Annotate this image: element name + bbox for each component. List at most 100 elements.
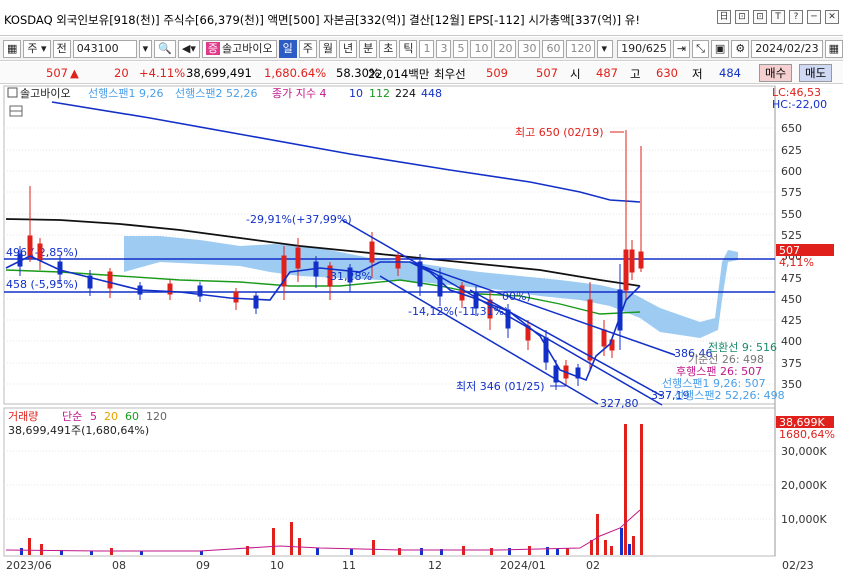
price-volume-chart: 솔고바이오 선행스팬1 9,26 선행스팬2 52,26 종가 지수 4 10 … <box>3 85 835 572</box>
volume-ma5: 5 <box>90 410 97 423</box>
volume-ma120: 120 <box>146 410 167 423</box>
interval-dropdown[interactable]: ▾ <box>597 39 614 58</box>
legend-ma224: 224 <box>395 87 416 100</box>
window-buttons: 日 ⊡ ⊡ T ? ─ ✕ <box>717 10 839 24</box>
volume-readout: 38,699,491주(1,680,64%) <box>8 424 149 437</box>
x-tick: 12 <box>428 559 442 572</box>
scroll-icon[interactable]: ⇥ <box>672 39 691 58</box>
high-price: 630 <box>656 66 678 80</box>
search-icon[interactable]: 🔍 <box>154 39 176 58</box>
high-label: 고 <box>630 67 641 81</box>
tab-second[interactable]: 초 <box>379 39 398 58</box>
interval-1[interactable]: 1 <box>419 39 435 58</box>
interval-120[interactable]: 120 <box>566 39 596 58</box>
count-field[interactable]: 190/625 <box>617 39 671 58</box>
volume-tick: 10,000K <box>781 513 827 526</box>
price-tick: 575 <box>781 186 802 199</box>
zoom-icon[interactable]: ⤡ <box>692 39 709 58</box>
window-icon[interactable]: ⊡ <box>753 10 767 24</box>
volume-axis: 30,000K 20,000K 10,000K <box>781 445 827 526</box>
volume-tag-pct: 1680,64% <box>779 428 835 441</box>
trend-label-3: -31,28% <box>326 270 372 283</box>
price-tick: 450 <box>781 293 802 306</box>
current-price: 507 <box>46 66 68 80</box>
price-tick: 425 <box>781 314 802 327</box>
price-tick: 550 <box>781 208 802 221</box>
window-icon[interactable]: ⊡ <box>735 10 749 24</box>
interval-10[interactable]: 10 <box>470 39 493 58</box>
interval-20[interactable]: 20 <box>494 39 517 58</box>
x-tick: 09 <box>196 559 210 572</box>
price-tick: 475 <box>781 272 802 285</box>
legend-span1: 선행스팬1 9,26 <box>88 87 163 100</box>
trade-amount: 22,014백만 <box>368 67 430 81</box>
price-change: 20 <box>114 66 129 80</box>
best-ask-label: 최우선 <box>434 67 466 81</box>
dropdown-icon[interactable]: ▾ <box>138 39 153 58</box>
close-icon[interactable]: ✕ <box>825 10 839 24</box>
tab-tick[interactable]: 틱 <box>399 39 418 58</box>
x-tick: 02 <box>586 559 600 572</box>
interval-3[interactable]: 3 <box>436 39 452 58</box>
trend-label-1: -29,91%(+37,99%) <box>246 213 352 226</box>
volume-ma20: 20 <box>104 410 118 423</box>
hline-458-label: 458 (-5,95%) <box>6 278 78 291</box>
x-tick: 2024/01 <box>500 559 546 572</box>
low-label: 저 <box>692 67 703 81</box>
ichimoku-span2: 선행스팬2 52,26: 498 <box>674 389 785 402</box>
volume-ratio: 1,680.64% <box>264 66 327 80</box>
code-input[interactable]: 043100 <box>72 39 137 58</box>
settings-icon[interactable]: ⚙ <box>731 39 750 58</box>
tab-month[interactable]: 월 <box>318 39 337 58</box>
interval-60[interactable]: 60 <box>542 39 565 58</box>
chart-area: 솔고바이오 선행스팬1 9,26 선행스팬2 52,26 종가 지수 4 10 … <box>0 85 843 577</box>
legend-span2: 선행스팬2 52,26 <box>175 87 257 100</box>
price-tick: 650 <box>781 122 802 135</box>
volume-ma60: 60 <box>125 410 139 423</box>
legend-ma448: 448 <box>421 87 442 100</box>
trend-label-2: -14,12%(-11,31%) <box>408 305 508 318</box>
tab-year[interactable]: 년 <box>338 39 358 58</box>
volume: 38,699,491 <box>186 66 252 80</box>
interval-5[interactable]: 5 <box>453 39 469 58</box>
chart-toolbar: ▦ 주 ▾ 전 043100 ▾ 🔍 ◀▾ 증 솔고바이오 일 주 월 년 분 초… <box>0 37 843 61</box>
x-tick: 11 <box>342 559 356 572</box>
open-price: 487 <box>596 66 618 80</box>
sell-button[interactable]: 매도 <box>799 64 833 82</box>
stock-name-field[interactable]: 증 솔고바이오 <box>201 39 277 58</box>
open-label: 시 <box>570 67 581 81</box>
trend-label-7: 327,80 <box>600 397 639 410</box>
volume-tick: 20,000K <box>781 479 827 492</box>
mode-button[interactable]: 전 <box>52 39 71 58</box>
price-panel <box>3 85 776 405</box>
best-ask: 509 <box>486 66 508 80</box>
grid-icon[interactable]: ▦ <box>3 39 22 58</box>
x-tick: 08 <box>112 559 126 572</box>
text-icon[interactable]: T <box>771 10 785 24</box>
hc-label: HC:-22,00 <box>772 98 827 111</box>
tab-day[interactable]: 일 <box>278 39 297 58</box>
buy-button[interactable]: 매수 <box>759 64 793 82</box>
speaker-icon[interactable]: ◀▾ <box>177 39 200 58</box>
trend-label-4: 00%) <box>502 290 531 303</box>
tab-minute[interactable]: 분 <box>359 39 378 58</box>
x-tick: 10 <box>270 559 284 572</box>
high-annotation: 최고 650 (02/19) <box>515 126 604 139</box>
help-icon[interactable]: ? <box>789 10 803 24</box>
legend-ma10: 10 <box>349 87 363 100</box>
interval-30[interactable]: 30 <box>518 39 541 58</box>
tab-week[interactable]: 주 <box>298 39 317 58</box>
market-select[interactable]: 주 ▾ <box>23 39 51 58</box>
price-tick: 600 <box>781 165 802 178</box>
save-icon[interactable]: ▣ <box>710 39 730 58</box>
price-tick: 625 <box>781 144 802 157</box>
date-field[interactable]: 2024/02/23 <box>751 39 823 58</box>
legend-ma-label: 종가 지수 4 <box>272 87 326 100</box>
minimize-icon[interactable]: ─ <box>807 10 821 24</box>
calendar-icon[interactable]: 日 <box>717 10 731 24</box>
quote-bar: 507 ▲ 20 +4.11% 38,699,491 1,680.64% 58.… <box>0 62 843 84</box>
legend-ma112: 112 <box>369 87 390 100</box>
x-axis: 2023/06 08 09 10 11 12 2024/01 02 02/23 <box>6 559 814 572</box>
calendar-button[interactable]: ▦ <box>824 39 843 58</box>
volume-tick: 30,000K <box>781 445 827 458</box>
